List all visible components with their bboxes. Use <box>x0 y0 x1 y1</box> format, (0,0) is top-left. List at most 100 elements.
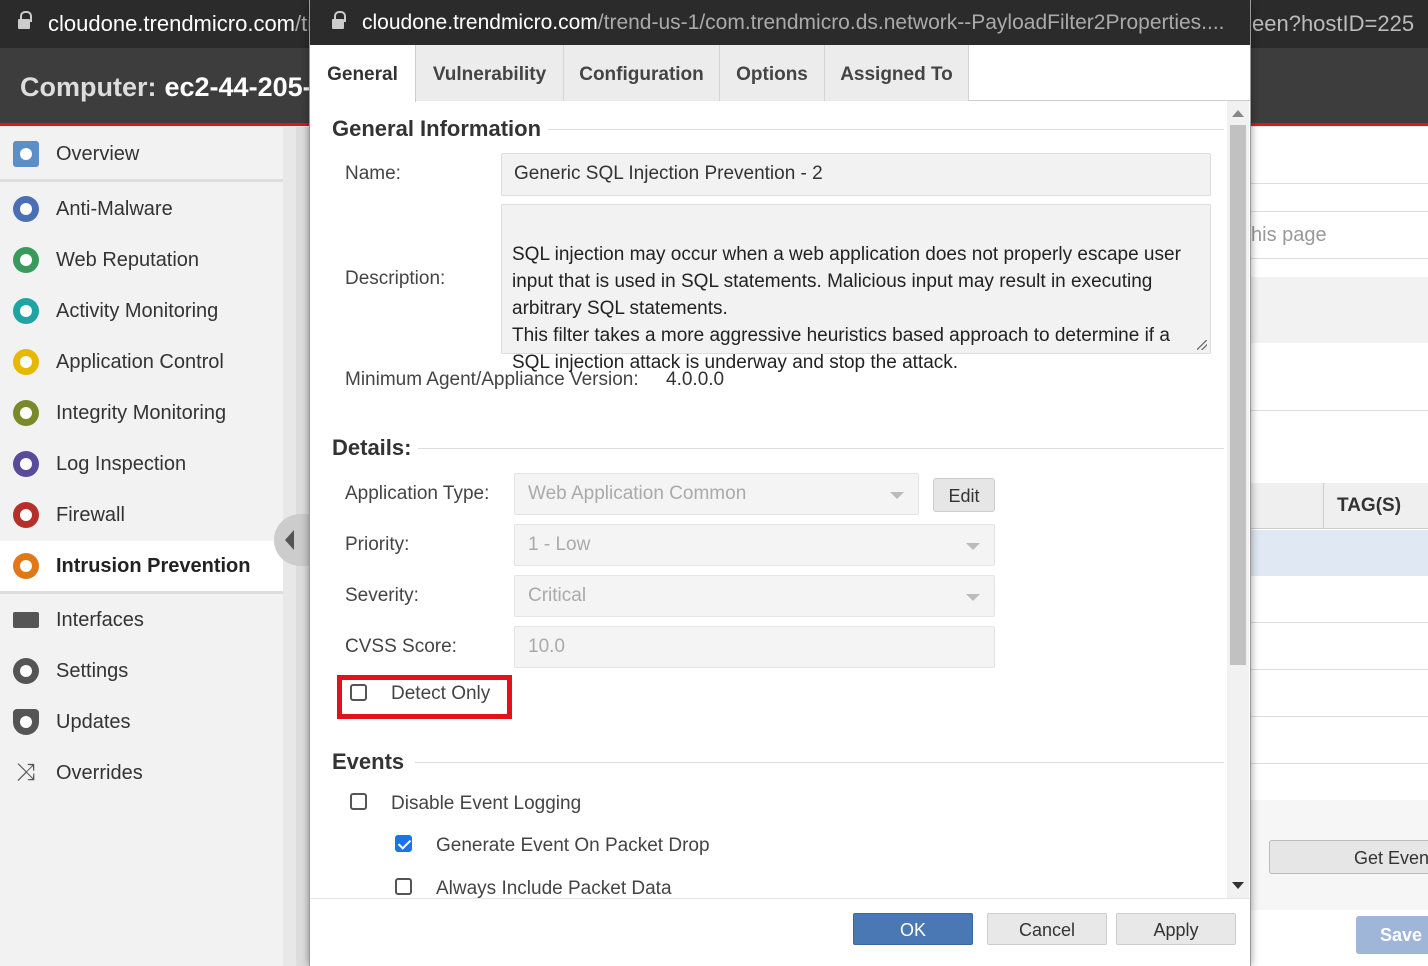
sidebar-item-integrity-monitoring[interactable]: Integrity Monitoring <box>0 388 283 438</box>
divider <box>1251 410 1428 411</box>
chevron-down-icon <box>966 543 980 550</box>
generate-event-on-packet-drop-label[interactable]: Generate Event On Packet Drop <box>436 835 710 857</box>
dialog-url-text: cloudone.trendmicro.com/trend-us-1/com.t… <box>362 11 1225 34</box>
sidebar-item-anti-malware[interactable]: Anti-Malware <box>0 184 283 234</box>
tab-options[interactable]: Options <box>720 45 825 101</box>
section-title-events: Events <box>332 749 405 774</box>
min-version-value: 4.0.0.0 <box>666 369 725 390</box>
search-input[interactable]: his page <box>1251 211 1428 259</box>
column-header-tags[interactable]: TAG(S) <box>1337 495 1401 517</box>
edit-application-type-button[interactable]: Edit <box>933 478 995 512</box>
divider <box>1251 183 1428 184</box>
disable-event-logging-checkbox[interactable] <box>350 793 367 810</box>
lock-icon <box>18 11 32 31</box>
shuffle-icon: ⤨ <box>16 759 36 786</box>
table-row-divider <box>1251 763 1428 764</box>
firewall-icon <box>13 502 39 528</box>
table-row-divider <box>1251 622 1428 623</box>
detect-only-label[interactable]: Detect Only <box>391 683 490 705</box>
severity-label: Severity: <box>345 585 419 606</box>
cvss-score-field: 10.0 <box>514 626 995 668</box>
background-url-text: cloudone.trendmicro.com/tr <box>48 11 315 36</box>
name-label: Name: <box>345 163 401 184</box>
scrollbar-thumb[interactable] <box>1230 125 1246 665</box>
payload-filter-properties-dialog: cloudone.trendmicro.com/trend-us-1/com.t… <box>309 0 1251 966</box>
dialog-content: General Information Name: Generic SQL In… <box>310 101 1235 898</box>
computer-title: Computer: ec2-44-205- <box>20 72 312 102</box>
table-header: TAG(S) <box>1251 483 1428 529</box>
interfaces-icon <box>13 612 39 628</box>
sidebar-item-web-reputation[interactable]: Web Reputation <box>0 235 283 285</box>
scroll-down-icon[interactable] <box>1232 882 1244 889</box>
get-events-button[interactable]: Get Event <box>1269 840 1428 874</box>
dialog-url-bar[interactable]: cloudone.trendmicro.com/trend-us-1/com.t… <box>310 0 1250 45</box>
priority-label: Priority: <box>345 534 410 555</box>
background-right-area: his page TAG(S) Get Event Save <box>1251 127 1428 966</box>
scroll-up-icon[interactable] <box>1232 110 1244 117</box>
tab-bar: General Vulnerability Configuration Opti… <box>310 45 1250 102</box>
sidebar: Overview Anti-Malware Web Reputation Act… <box>0 127 283 966</box>
section-divider <box>548 129 1224 130</box>
sidebar-item-application-control[interactable]: Application Control <box>0 337 283 387</box>
application-control-icon <box>13 349 39 375</box>
web-reputation-icon <box>13 247 39 273</box>
sidebar-item-updates[interactable]: Updates <box>0 697 283 747</box>
chevron-down-icon <box>890 492 904 499</box>
generate-event-on-packet-drop-checkbox[interactable] <box>395 835 412 852</box>
application-type-label: Application Type: <box>345 483 490 504</box>
always-include-packet-data-checkbox[interactable] <box>395 878 412 895</box>
min-version-label: Minimum Agent/Appliance Version: <box>345 369 639 390</box>
column-divider <box>1323 483 1324 529</box>
tab-vulnerability[interactable]: Vulnerability <box>416 45 564 101</box>
name-field[interactable]: Generic SQL Injection Prevention - 2 <box>501 153 1211 196</box>
sidebar-item-settings[interactable]: Settings <box>0 646 283 696</box>
updates-icon <box>13 709 39 735</box>
log-inspection-icon <box>13 451 39 477</box>
dialog-footer: OK Cancel Apply <box>310 898 1250 966</box>
sidebar-item-intrusion-prevention[interactable]: Intrusion Prevention <box>0 541 283 591</box>
section-title-general-information: General Information <box>332 116 542 141</box>
application-type-select[interactable]: Web Application Common <box>514 473 919 515</box>
sidebar-item-overrides[interactable]: ⤨ Overrides <box>0 748 283 798</box>
sidebar-divider <box>0 591 283 594</box>
description-text: SQL injection may occur when a web appli… <box>512 244 1181 373</box>
cancel-button[interactable]: Cancel <box>987 913 1107 945</box>
intrusion-prevention-icon <box>13 553 39 579</box>
sidebar-item-interfaces[interactable]: Interfaces <box>0 595 283 645</box>
overview-icon <box>13 141 39 167</box>
tab-configuration[interactable]: Configuration <box>564 45 720 101</box>
save-button[interactable]: Save <box>1356 916 1428 954</box>
description-label: Description: <box>345 268 446 289</box>
table-row-selected[interactable] <box>1251 530 1428 576</box>
description-textarea[interactable]: SQL injection may occur when a web appli… <box>501 204 1211 373</box>
integrity-monitoring-icon <box>13 400 39 426</box>
tab-general[interactable]: General <box>310 45 416 102</box>
detect-only-checkbox[interactable] <box>350 684 367 701</box>
sidebar-divider <box>0 179 283 182</box>
sidebar-item-log-inspection[interactable]: Log Inspection <box>0 439 283 489</box>
background-url-tail: een?hostID=225 <box>1252 11 1415 36</box>
disable-event-logging-label[interactable]: Disable Event Logging <box>391 793 581 815</box>
severity-select[interactable]: Critical <box>514 575 995 617</box>
resize-handle-icon[interactable] <box>1197 340 1207 350</box>
ok-button[interactable]: OK <box>853 913 973 945</box>
always-include-packet-data-label[interactable]: Always Include Packet Data <box>436 878 672 898</box>
priority-select[interactable]: 1 - Low <box>514 524 995 566</box>
anti-malware-icon <box>13 196 39 222</box>
table-row-divider <box>1251 716 1428 717</box>
cvss-score-label: CVSS Score: <box>345 636 457 657</box>
section-divider <box>415 762 1224 763</box>
table-row-divider <box>1251 669 1428 670</box>
apply-button[interactable]: Apply <box>1116 913 1236 945</box>
sidebar-item-firewall[interactable]: Firewall <box>0 490 283 540</box>
sidebar-item-activity-monitoring[interactable]: Activity Monitoring <box>0 286 283 336</box>
lock-icon <box>332 11 346 31</box>
activity-monitoring-icon <box>13 298 39 324</box>
chevron-down-icon <box>966 594 980 601</box>
dialog-scrollbar[interactable] <box>1227 101 1249 898</box>
background-toolbar <box>1251 277 1428 343</box>
sidebar-item-overview[interactable]: Overview <box>0 129 283 179</box>
gear-icon <box>13 658 39 684</box>
section-title-details: Details: <box>332 435 412 460</box>
tab-assigned-to[interactable]: Assigned To <box>825 45 969 101</box>
